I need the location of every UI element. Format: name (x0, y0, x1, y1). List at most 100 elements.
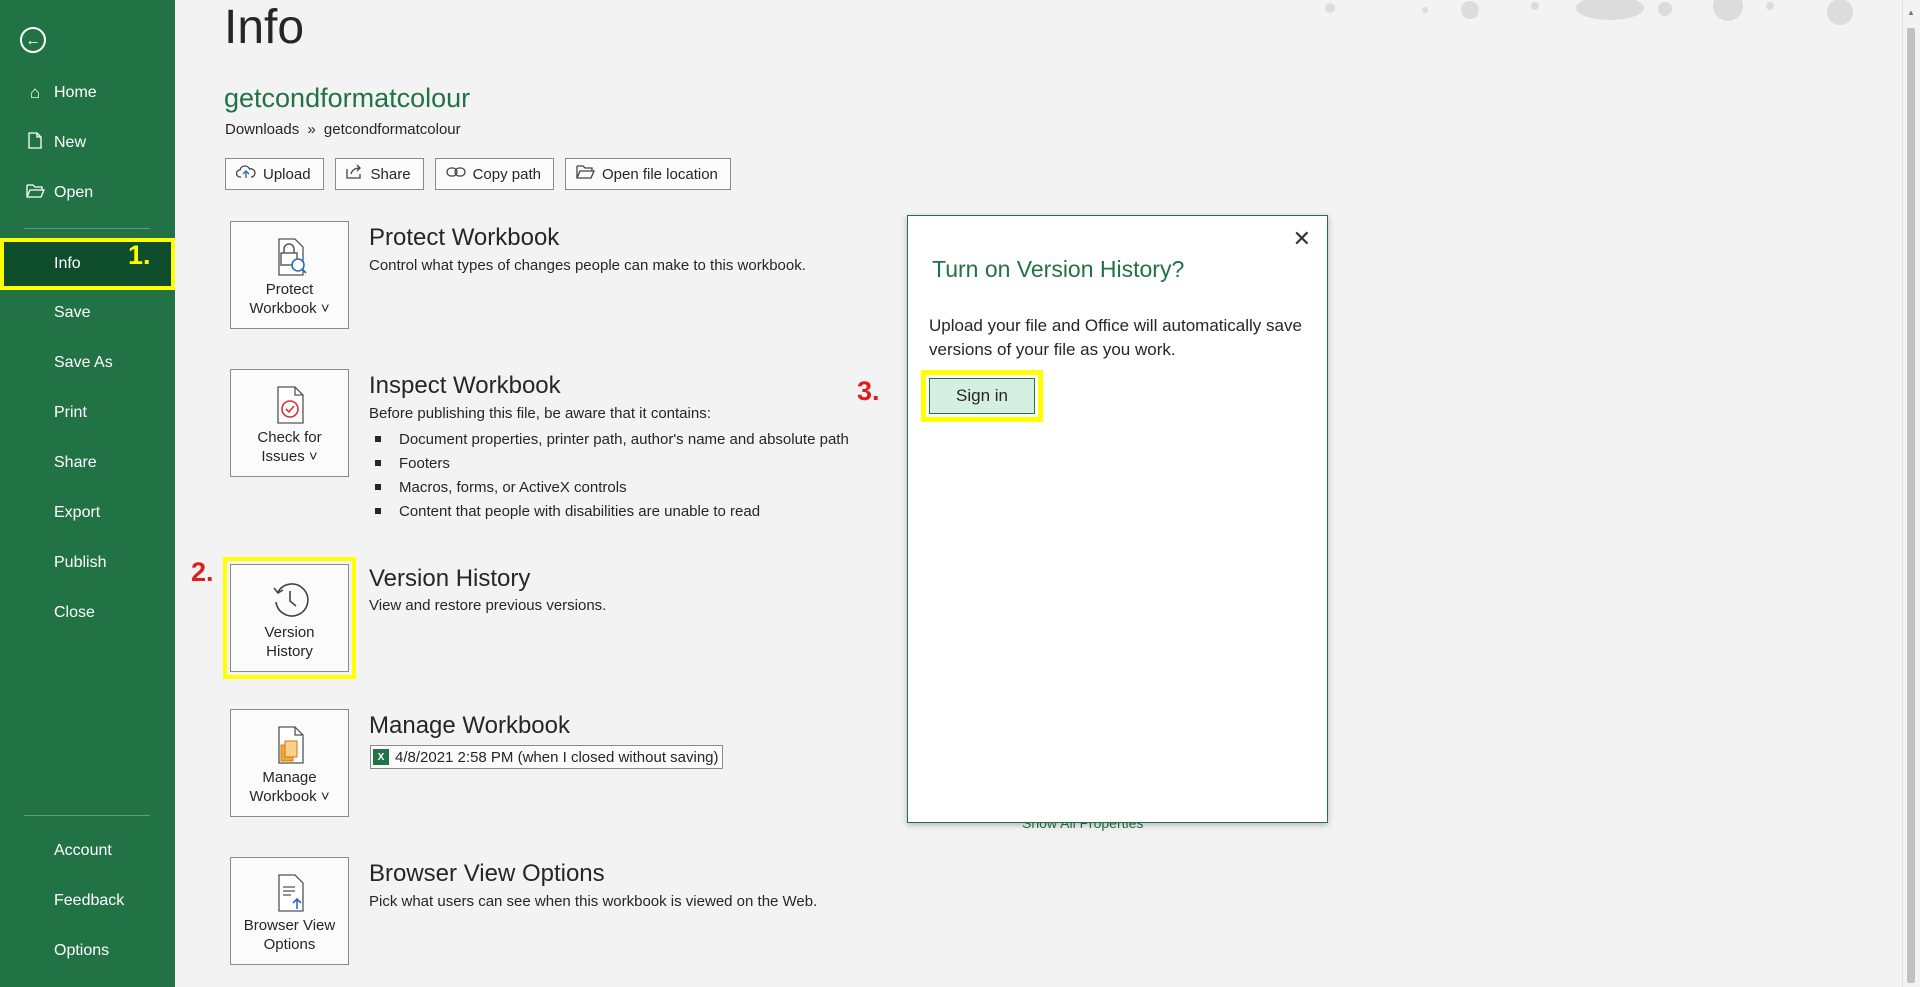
annotation-step-1: 1. (128, 240, 151, 270)
history-clock-icon (270, 577, 310, 623)
inspect-workbook-title: Inspect Workbook (369, 372, 561, 399)
version-history-button[interactable]: Version History (223, 557, 356, 679)
sidebar-item-print[interactable]: Print (0, 390, 175, 436)
copy-path-label: Copy path (472, 165, 541, 183)
annotation-step-3: 3. (857, 376, 880, 406)
inspect-document-icon (273, 382, 307, 428)
scrollbar-thumb[interactable] (1907, 28, 1915, 983)
manage-workbook-button[interactable]: Manage Workbook ˅ (230, 709, 349, 817)
sidebar-item-export[interactable]: Export (0, 490, 175, 536)
protect-workbook-title: Protect Workbook (369, 224, 560, 251)
sidebar-item-account[interactable]: Account (0, 828, 175, 874)
caption-line: Browser View (243, 917, 336, 934)
inspect-workbook-desc: Before publishing this file, be aware th… (369, 405, 711, 422)
browser-view-options-button[interactable]: Browser View Options (230, 857, 349, 965)
file-name: getcondformatcolour (224, 83, 471, 113)
sidebar-item-open[interactable]: Open (0, 170, 175, 216)
link-icon (445, 165, 466, 183)
annotation-step-2: 2. (191, 557, 214, 587)
sidebar-item-label: Save (54, 304, 91, 321)
open-file-location-label: Open file location (601, 165, 718, 183)
list-item-text: Macros, forms, or ActiveX controls (399, 478, 627, 496)
protect-workbook-caption: Protect Workbook ˅ (249, 280, 329, 318)
sidebar-item-close[interactable]: Close (0, 590, 175, 636)
caption-line: Protect (265, 281, 314, 298)
sidebar-item-label: Save As (54, 354, 113, 371)
share-label: Share (370, 165, 411, 183)
sidebar-item-label: Export (54, 504, 101, 521)
manage-workbook-title: Manage Workbook (369, 712, 570, 739)
upload-button[interactable]: Upload (225, 158, 324, 190)
sidebar-item-share[interactable]: Share (0, 440, 175, 486)
version-history-desc: View and restore previous versions. (369, 597, 607, 614)
page-title: Info (224, 1, 305, 54)
folder-open-icon (576, 164, 595, 184)
lock-icon (273, 234, 307, 280)
browser-view-icon (273, 870, 307, 916)
open-file-location-button[interactable]: Open file location (564, 158, 731, 190)
sidebar-item-feedback[interactable]: Feedback (0, 878, 175, 924)
back-arrow-icon[interactable]: ← (20, 27, 46, 53)
vertical-scrollbar[interactable]: ▲ (1902, 0, 1920, 987)
folder-open-icon (24, 183, 46, 203)
sidebar-item-label: Print (54, 404, 87, 421)
breadcrumb-file: getcondformatcolour (323, 121, 461, 138)
sidebar-item-label: Account (54, 842, 112, 859)
list-item: Footers (375, 451, 849, 475)
caption-line: Check for (257, 429, 322, 446)
close-icon[interactable]: ✕ (1293, 226, 1311, 252)
excel-file-icon: X (373, 749, 389, 765)
sidebar-item-label: Close (54, 604, 95, 621)
home-icon: ⌂ (29, 83, 41, 102)
sidebar-item-save[interactable]: Save (0, 290, 175, 336)
manage-workbook-icon (273, 722, 307, 768)
file-toolbar: Upload Share Copy path Open file locatio… (225, 158, 731, 190)
browser-view-options-caption: Browser View Options (244, 916, 335, 954)
protect-workbook-desc: Control what types of changes people can… (369, 257, 806, 274)
cloud-upload-icon (235, 164, 256, 184)
breadcrumb-separator: » (307, 121, 316, 138)
caption-line: Issues ˅ (261, 448, 318, 465)
popup-body: Upload your file and Office will automat… (929, 316, 1302, 359)
sidebar-item-label: Share (54, 454, 97, 471)
sidebar-item-new[interactable]: New (0, 120, 175, 166)
sidebar-divider (24, 228, 150, 229)
caption-line: Version (264, 624, 315, 641)
browser-view-options-title: Browser View Options (369, 860, 605, 887)
caption-line: History (266, 643, 313, 660)
backstage-sidebar: ← ⌂ Home New Open Info 1. Save Save As P… (0, 0, 175, 987)
list-item-text: Document properties, printer path, autho… (399, 430, 849, 448)
sidebar-divider (24, 815, 150, 816)
list-item: Document properties, printer path, autho… (375, 427, 849, 451)
sidebar-item-label: Publish (54, 554, 107, 571)
sidebar-item-home[interactable]: ⌂ Home (0, 70, 175, 116)
share-button[interactable]: Share (334, 158, 424, 190)
breadcrumb-folder[interactable]: Downloads (225, 121, 299, 138)
caption-line: Workbook ˅ (249, 300, 330, 317)
list-item-text: Footers (399, 454, 450, 472)
manage-workbook-caption: Manage Workbook ˅ (249, 768, 329, 806)
share-icon (345, 164, 364, 184)
inspect-issues-list: Document properties, printer path, autho… (375, 427, 849, 523)
copy-path-button[interactable]: Copy path (434, 158, 554, 190)
sidebar-item-publish[interactable]: Publish (0, 540, 175, 586)
list-item-text: Content that people with disabilities ar… (399, 502, 761, 520)
check-for-issues-caption: Check for Issues ˅ (257, 428, 321, 466)
sidebar-item-label: Info (54, 255, 81, 272)
sidebar-item-label: Options (54, 942, 110, 959)
upload-label: Upload (263, 165, 311, 183)
unsaved-version-entry[interactable]: X 4/8/2021 2:58 PM (when I closed withou… (370, 745, 723, 769)
scroll-up-arrow-icon[interactable]: ▲ (1907, 8, 1915, 17)
sign-in-button[interactable]: Sign in (921, 370, 1043, 422)
caption-line: Workbook ˅ (249, 788, 330, 805)
sidebar-item-label: Open (54, 184, 94, 201)
sidebar-item-label: Home (54, 84, 97, 101)
version-history-popup: ✕ Turn on Version History? Upload your f… (907, 215, 1328, 823)
check-for-issues-button[interactable]: Check for Issues ˅ (230, 369, 349, 477)
version-history-caption: Version History (264, 623, 314, 661)
protect-workbook-button[interactable]: Protect Workbook ˅ (230, 221, 349, 329)
sidebar-item-options[interactable]: Options (0, 928, 175, 974)
sidebar-item-save-as[interactable]: Save As (0, 340, 175, 386)
sidebar-item-label: Feedback (54, 892, 125, 909)
list-item: Content that people with disabilities ar… (375, 499, 849, 523)
